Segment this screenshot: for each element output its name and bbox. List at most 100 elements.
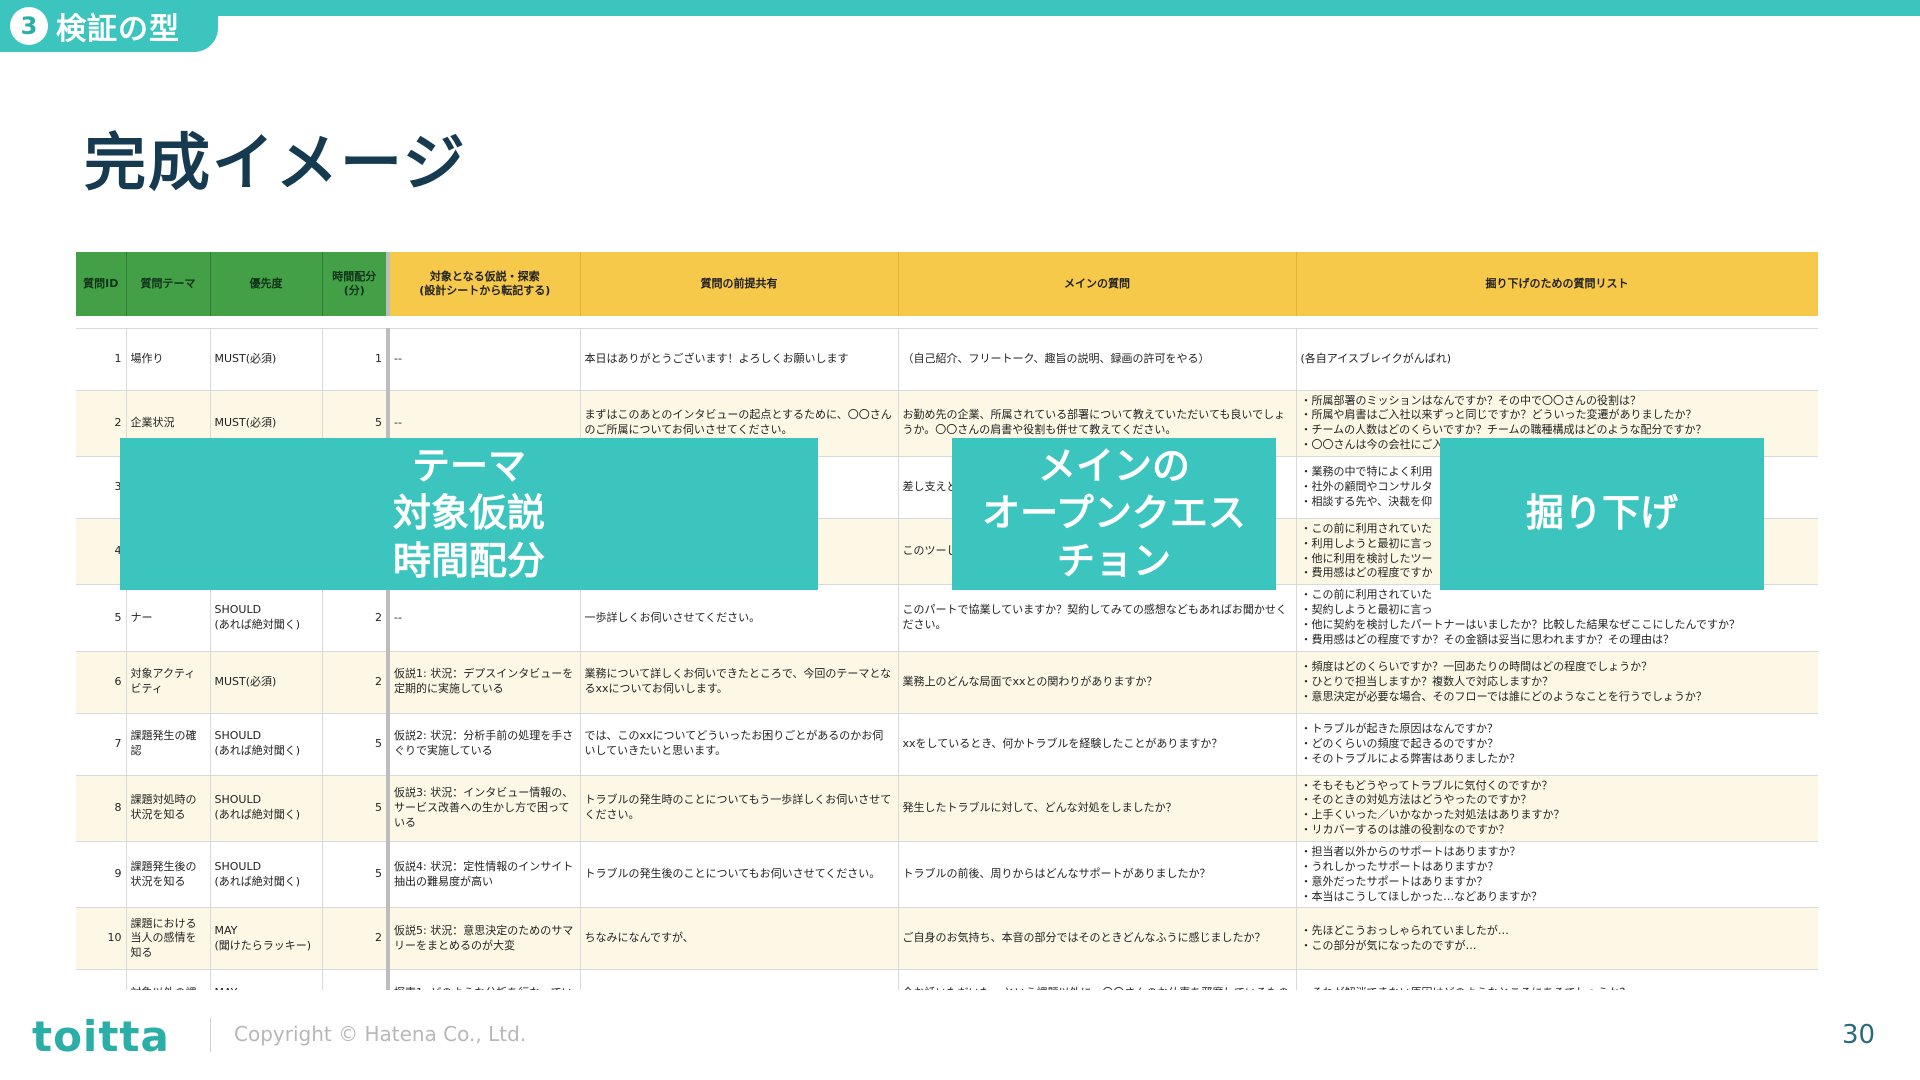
header-theme: 質問テーマ <box>126 252 211 316</box>
cell-theme: ナー <box>126 584 211 652</box>
cell-main-question: xxをしているとき、何かトラブルを経験したことがありますか？ <box>898 713 1297 776</box>
cell-premise: トラブルの発生後のことについてもお伺いさせてください。 <box>580 841 899 909</box>
cell-theme: 対象以外の課題を探す <box>126 969 211 990</box>
table-row: 9 課題発生後の状況を知る SHOULD (あれば絶対聞く) 5 仮説4: 状況：定性情… <box>76 841 1818 909</box>
cell-hypothesis: 仮説3: 状況：インタビュー情報の、サービス改善への生かし方で困っている <box>388 775 581 843</box>
cell-hypothesis: 仮説1: 状況：デプスインタビューを定期的に実施している <box>388 651 581 714</box>
cell-main-question: ご自身のお気持ち、本音の部分ではそのときどんなふうに感じましたか？ <box>898 907 1297 971</box>
cell-minutes: 5 <box>322 841 390 909</box>
cell-theme: 課題発生後の状況を知る <box>126 841 211 909</box>
cell-main-question: 今お話いただいたxxという課題以外に、〇〇さんのお仕事を邪魔しているものや、目標… <box>898 969 1297 990</box>
cell-priority: SHOULD (あれば絶対聞く) <box>210 713 323 776</box>
header-hypothesis: 対象となる仮説・探索 (設計シートから転記する) <box>388 252 581 316</box>
spacer-cell <box>76 316 126 329</box>
table-row: 5 ナー SHOULD (あれば絶対聞く) 2 -- 一歩詳しくお伺いさせてください。 この… <box>76 584 1818 652</box>
spacer-cell <box>388 316 580 329</box>
page-title: 完成イメージ <box>84 126 467 199</box>
header-premise: 質問の前提共有 <box>580 252 899 316</box>
cell-dig-list: ・頻度はどのくらいですか？一回あたりの時間はどの程度でしょうか？ ・ひとりで担当… <box>1296 651 1818 714</box>
cell-premise: ちなみになんですが、 <box>580 907 899 971</box>
cell-theme: 課題発生の確認 <box>126 713 211 776</box>
cell-priority: MAY (聞けたらラッキー) <box>210 969 323 990</box>
cell-minutes: 2 <box>322 584 390 652</box>
cell-dig-list: ・トラブルが起きた原因はなんですか？ ・どのくらいの頻度で起きるのですか？ ・そ… <box>1296 713 1818 776</box>
table-body: 1 場作り MUST(必須) 1 -- 本日はありがとうございます！よろしくお願いします（… <box>76 316 1818 990</box>
cell-minutes: 1 <box>322 328 390 391</box>
cell-id: 5 <box>76 584 127 652</box>
table-row: 8 課題対処時の状況を知る SHOULD (あれば絶対聞く) 5 仮説3: 状況：インタ… <box>76 775 1818 843</box>
cell-dig-list: (各自アイスブレイクがんばれ) <box>1296 328 1818 391</box>
cell-main-question: 発生したトラブルに対して、どんな対処をしましたか？ <box>898 775 1297 843</box>
cell-theme: 場作り <box>126 328 211 391</box>
cell-dig-list: ・担当者以外からのサポートはありますか？ ・うれしかったサポートはありますか？ … <box>1296 841 1818 909</box>
cell-id: 10 <box>76 907 127 971</box>
header-minutes: 時間配分 (分) <box>322 252 390 316</box>
cell-minutes: 5 <box>322 775 390 843</box>
cell-minutes: 3 <box>322 969 390 990</box>
cell-id: 2 <box>76 390 127 457</box>
table-header-row: 質問ID 質問テーマ 優先度 時間配分 (分) 対象となる仮説・探索 (設計シー… <box>76 252 1818 316</box>
cell-priority: MUST(必須) <box>210 651 323 714</box>
cell-premise: 一歩詳しくお伺いさせてください。 <box>580 584 899 652</box>
table-row: 11対象以外の課題を探すMAY (聞けたらラッキー)3探索1: どのような分析を… <box>76 969 1818 990</box>
cell-hypothesis: 仮説4: 状況：定性情報のインサイト抽出の難易度が高い <box>388 841 581 909</box>
cell-dig-list: ・先ほどこうおっしゃられていましたが… ・この部分が気になったのですが… <box>1296 907 1818 971</box>
cell-premise: トラブルの発生時のことについてもう一歩詳しくお伺いさせてください。 <box>580 775 899 843</box>
header-main-question: メインの質問 <box>898 252 1297 316</box>
cell-id: 11 <box>76 969 127 990</box>
table-row: 10 課題における当人の感情を知る MAY (聞けたらラッキー) 2 仮説5: 状況：意… <box>76 907 1818 971</box>
cell-id: 6 <box>76 651 127 714</box>
cell-dig-list: ・この前に利用されていた ・契約しようと最初に言っ ・他に契約を検討したパートナ… <box>1296 584 1818 652</box>
cell-priority: MAY (聞けたらラッキー) <box>210 907 323 971</box>
overlay-theme-hypothesis-time: テーマ 対象仮説 時間配分 <box>120 438 818 590</box>
spreadsheet-image: 質問ID 質問テーマ 優先度 時間配分 (分) 対象となる仮説・探索 (設計シー… <box>76 252 1818 990</box>
cell-id: 3 <box>76 456 127 519</box>
cell-hypothesis: 仮説5: 状況：意思決定のためのサマリーをまとめるのが大変 <box>388 907 581 971</box>
overlay-dig-deeper: 掘り下げ <box>1440 438 1764 590</box>
overlay-main-open-question: メインの オープンクエス チョン <box>952 438 1276 590</box>
header-priority: 優先度 <box>210 252 323 316</box>
cell-theme: 課題対処時の状況を知る <box>126 775 211 843</box>
spacer-cell <box>580 316 898 329</box>
cell-hypothesis: -- <box>388 584 581 652</box>
spacer-cell <box>322 316 388 329</box>
page-number: 30 <box>1842 1020 1876 1050</box>
cell-id: 4 <box>76 518 127 586</box>
cell-main-question: （自己紹介、フリートーク、趣旨の説明、録画の許可をやる） <box>898 328 1297 391</box>
cell-priority: MUST(必須) <box>210 328 323 391</box>
cell-hypothesis: -- <box>388 328 581 391</box>
cell-id: 8 <box>76 775 127 843</box>
cell-minutes: 5 <box>322 713 390 776</box>
cell-priority: SHOULD (あれば絶対聞く) <box>210 841 323 909</box>
spacer-cell <box>210 316 322 329</box>
header-dig-list: 掘り下げのための質問リスト <box>1296 252 1818 316</box>
cell-id: 1 <box>76 328 127 391</box>
cell-id: 9 <box>76 841 127 909</box>
cell-dig-list: ・そもそもどうやってトラブルに気付くのですか？ ・そのときの対処方法はどうやった… <box>1296 775 1818 843</box>
table-row: 6 対象アクティビティ MUST(必須) 2 仮説1: 状況：デプスインタビューを定期的… <box>76 651 1818 714</box>
cell-dig-list: ・それが解消できない原因はどのようなところにあるでしょうか？ ・解消するための手… <box>1296 969 1818 990</box>
spacer-cell <box>126 316 210 329</box>
cell-theme: 課題における当人の感情を知る <box>126 907 211 971</box>
cell-hypothesis: 探索1: どのような分析を行なっているのか？ <box>388 969 581 990</box>
cell-priority: SHOULD (あれば絶対聞く) <box>210 775 323 843</box>
cell-premise: もし他に思いつくものがあればなんですが、 <box>580 969 899 990</box>
cell-main-question: トラブルの前後、周りからはどんなサポートがありましたか？ <box>898 841 1297 909</box>
footer-divider <box>210 1018 211 1052</box>
cell-premise: では、このxxについてどういったお困りごとがあるのかお伺いしていきたいと思います… <box>580 713 899 776</box>
cell-id: 7 <box>76 713 127 776</box>
section-tab: 3 検証の型 <box>0 0 218 52</box>
cell-premise: 本日はありがとうございます！よろしくお願いします <box>580 328 899 391</box>
question-table: 質問ID 質問テーマ 優先度 時間配分 (分) 対象となる仮説・探索 (設計シー… <box>76 252 1818 990</box>
section-number-badge: 3 <box>10 7 48 45</box>
cell-premise: 業務について詳しくお伺いできたところで、今回のテーマとなるxxについてお伺いしま… <box>580 651 899 714</box>
section-label: 検証の型 <box>56 12 180 47</box>
cell-main-question: このパートで協業していますか？契約してみての感想などもあればお聞かせください。 <box>898 584 1297 652</box>
table-row: 7 課題発生の確認 SHOULD (あれば絶対聞く) 5 仮説2: 状況：分析手前の処理… <box>76 713 1818 776</box>
cell-main-question: 業務上のどんな局面でxxとの関わりがありますか？ <box>898 651 1297 714</box>
header-id: 質問ID <box>76 252 127 316</box>
spacer-cell <box>1296 316 1818 329</box>
cell-theme: 対象アクティビティ <box>126 651 211 714</box>
cell-minutes: 2 <box>322 651 390 714</box>
cell-hypothesis: 仮説2: 状況：分析手前の処理を手さぐりで実施している <box>388 713 581 776</box>
